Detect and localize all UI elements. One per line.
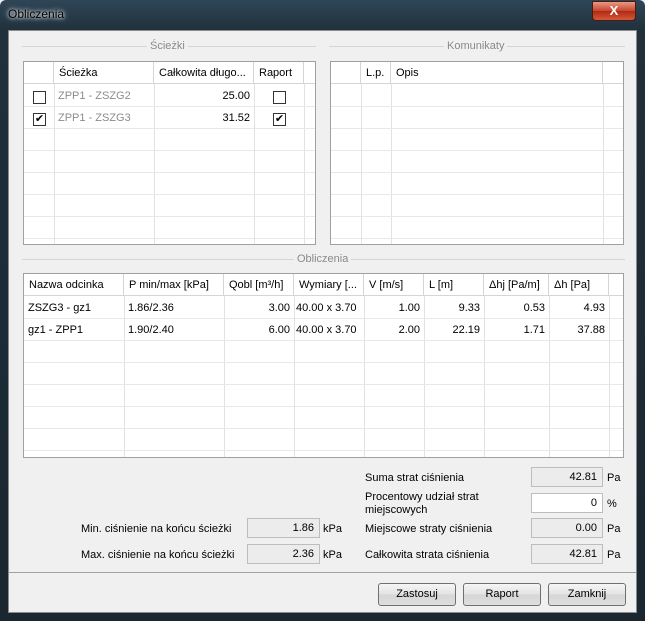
max-pressure-unit: kPa (323, 549, 342, 561)
report-button[interactable]: Raport (463, 583, 541, 606)
paths-col-check[interactable] (24, 62, 54, 84)
path-report-checkbox[interactable] (273, 91, 286, 104)
messages-col-lp[interactable]: L.p. (361, 62, 391, 84)
calc-col-pressure[interactable]: P min/max [kPa] (124, 274, 224, 296)
segment-flow: 6.00 (268, 324, 290, 336)
min-pressure-value: 1.86 (247, 518, 320, 538)
path-report-checkbox[interactable]: ✔ (273, 113, 286, 126)
calc-col-dh[interactable]: Δh [Pa] (549, 274, 609, 296)
apply-button[interactable]: Zastosuj (378, 583, 456, 606)
sum-losses-unit: Pa (607, 472, 621, 484)
max-pressure-value: 2.36 (247, 544, 320, 564)
calc-grid-header: Nazwa odcinka P min/max [kPa] Qobl [m³/h… (24, 274, 623, 296)
calc-col-name[interactable]: Nazwa odcinka (24, 274, 124, 296)
title-bar[interactable]: Obliczenia X (0, 0, 645, 28)
total-loss-unit: Pa (607, 549, 621, 561)
paths-grid-header: Ścieżka Całkowita długo... Raport (24, 62, 315, 84)
paths-col-name[interactable]: Ścieżka (54, 62, 154, 84)
segment-pressure: 1.90/2.40 (128, 324, 174, 336)
calc-group-title: Obliczenia (294, 253, 352, 265)
total-loss-value: 42.81 (531, 544, 603, 564)
calc-col-dhj[interactable]: Δhj [Pa/m] (484, 274, 549, 296)
messages-group-title: Komunikaty (444, 40, 508, 52)
paths-group-title: Ścieżki (147, 40, 188, 52)
messages-grid-header: L.p. Opis (331, 62, 623, 84)
close-button[interactable]: Zamknij (548, 583, 626, 606)
local-losses-value: 0.00 (531, 518, 603, 538)
calc-col-dimensions[interactable]: Wymiary [... (294, 274, 364, 296)
paths-col-report[interactable]: Raport (254, 62, 304, 84)
min-pressure-label: Min. ciśnienie na końcu ścieżki (81, 523, 232, 535)
segment-dimensions: 40.00 x 3.70 (296, 324, 357, 336)
dialog-client: Ścieżki Ścieżka Całkowita długo... Rapor… (8, 30, 637, 613)
calc-grid[interactable]: Nazwa odcinka P min/max [kPa] Qobl [m³/h… (23, 273, 624, 458)
segment-velocity: 1.00 (398, 302, 420, 314)
segment-velocity: 2.00 (398, 324, 420, 336)
segment-name: gz1 - ZPP1 (28, 324, 84, 336)
local-percent-input[interactable]: 0 (531, 493, 603, 513)
messages-col-blank[interactable] (331, 62, 361, 84)
local-percent-label: Procentowy udział strat miejscowych (365, 491, 479, 516)
segment-dhj: 0.53 (523, 302, 545, 314)
paths-grid[interactable]: Ścieżka Całkowita długo... Raport ZPP1 -… (23, 61, 316, 245)
segment-flow: 3.00 (268, 302, 290, 314)
path-length: 25.00 (222, 90, 250, 102)
segment-dhj: 1.71 (523, 324, 545, 336)
local-percent-unit: % (607, 498, 617, 510)
segment-dimensions: 40.00 x 3.70 (296, 302, 357, 314)
segment-dh: 4.93 (583, 302, 605, 314)
local-losses-unit: Pa (607, 523, 621, 535)
messages-grid[interactable]: L.p. Opis (330, 61, 624, 245)
close-icon[interactable]: X (592, 1, 636, 21)
calc-col-flow[interactable]: Qobl [m³/h] (224, 274, 294, 296)
segment-length: 9.33 (458, 302, 480, 314)
path-name: ZPP1 - ZSZG2 (58, 90, 131, 102)
path-select-checkbox[interactable] (33, 91, 46, 104)
footer-separator (9, 572, 636, 573)
window-title: Obliczenia (8, 7, 65, 21)
paths-col-length[interactable]: Całkowita długo... (154, 62, 254, 84)
segment-dh: 37.88 (577, 324, 605, 336)
path-name: ZPP1 - ZSZG3 (58, 112, 131, 124)
calc-col-velocity[interactable]: V [m/s] (364, 274, 424, 296)
sum-losses-label: Suma strat ciśnienia (365, 472, 465, 484)
min-pressure-unit: kPa (323, 523, 342, 535)
dialog-window: Obliczenia X Ścieżki Ścieżka Całkowita d… (0, 0, 645, 621)
path-select-checkbox[interactable]: ✔ (33, 113, 46, 126)
calc-col-length[interactable]: L [m] (424, 274, 484, 296)
local-losses-label: Miejscowe straty ciśnienia (365, 523, 493, 535)
total-loss-label: Całkowita strata ciśnienia (365, 549, 490, 561)
segment-name: ZSZG3 - gz1 (28, 302, 91, 314)
max-pressure-label: Max. ciśnienie na końcu ścieżki (81, 549, 235, 561)
sum-losses-value: 42.81 (531, 467, 603, 487)
segment-pressure: 1.86/2.36 (128, 302, 174, 314)
segment-length: 22.19 (452, 324, 480, 336)
messages-col-desc[interactable]: Opis (391, 62, 603, 84)
path-length: 31.52 (222, 112, 250, 124)
